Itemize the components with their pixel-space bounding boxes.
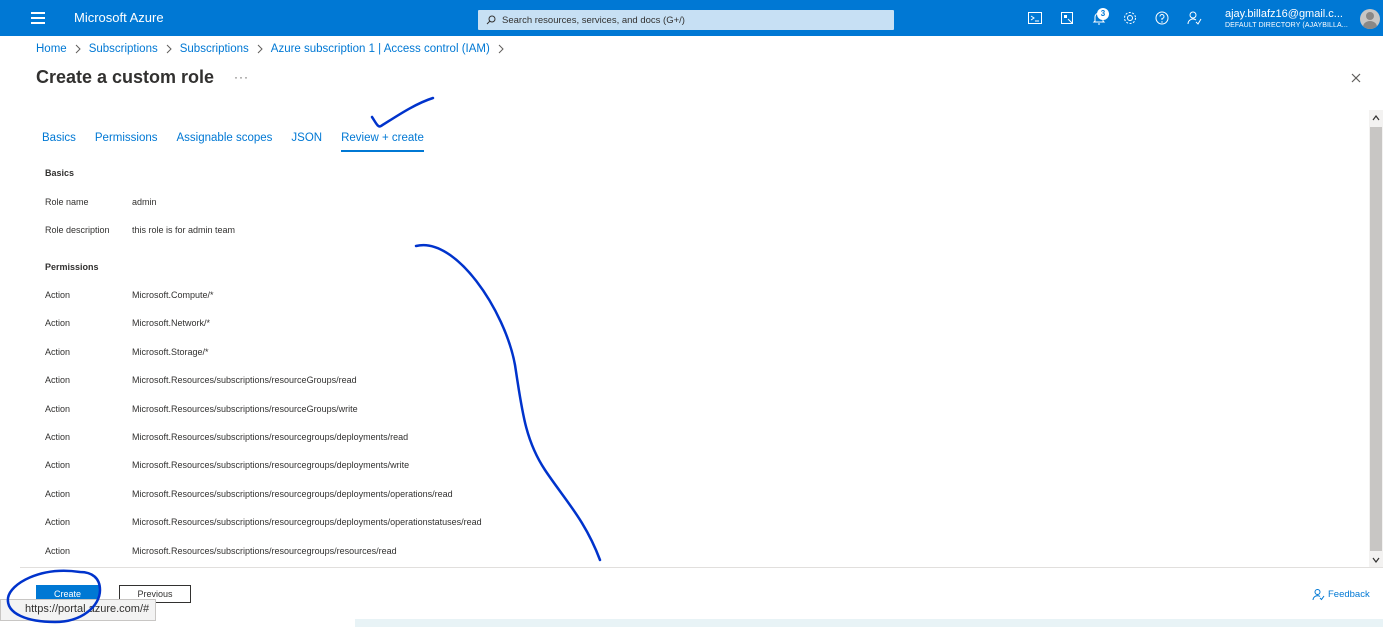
permission-value: Microsoft.Resources/subscriptions/resour… [132, 546, 397, 556]
role-description-value: this role is for admin team [132, 225, 236, 235]
permission-type: Action [45, 489, 71, 499]
feedback-person-icon[interactable] [1186, 10, 1202, 26]
chevron-right-icon [498, 44, 504, 54]
permission-value: Microsoft.Storage/* [132, 347, 209, 357]
account-menu[interactable]: ajay.billafz16@gmail.c... DEFAULT DIRECT… [1225, 8, 1348, 31]
feedback-label: Feedback [1328, 589, 1370, 600]
permission-type: Action [45, 318, 71, 328]
feedback-person-icon [1312, 589, 1325, 601]
permission-value: Microsoft.Compute/* [132, 290, 214, 300]
directory-filter-icon[interactable] [1059, 10, 1075, 26]
gear-icon[interactable] [1122, 10, 1138, 26]
scroll-down-icon[interactable] [1371, 555, 1381, 565]
close-icon[interactable] [1349, 71, 1363, 85]
curved-arrow-stroke [414, 243, 602, 562]
feedback-link[interactable]: Feedback [1312, 588, 1370, 601]
permission-type: Action [45, 347, 71, 357]
search-icon [486, 15, 496, 25]
tab-permissions[interactable]: Permissions [95, 132, 158, 152]
more-options-button[interactable]: ··· [234, 70, 249, 84]
permission-value: Microsoft.Resources/subscriptions/resour… [132, 517, 482, 527]
chevron-right-icon [166, 44, 172, 54]
basics-heading: Basics [45, 168, 75, 178]
permission-type: Action [45, 432, 71, 442]
chevron-right-icon [75, 44, 81, 54]
tab-json[interactable]: JSON [291, 132, 322, 152]
permission-value: Microsoft.Network/* [132, 318, 211, 328]
search-placeholder: Search resources, services, and docs (G+… [502, 14, 685, 26]
role-name-label: Role name [45, 197, 89, 207]
tab-review-create[interactable]: Review + create [341, 132, 424, 152]
tab-bar: Basics Permissions Assignable scopes JSO… [42, 132, 443, 152]
permission-type: Action [45, 517, 71, 527]
breadcrumb-access-control[interactable]: Azure subscription 1 | Access control (I… [271, 43, 490, 55]
help-icon[interactable] [1154, 10, 1170, 26]
checkmark-stroke [370, 96, 435, 128]
account-directory: DEFAULT DIRECTORY (AJAYBILLA... [1225, 22, 1348, 29]
breadcrumb: Home Subscriptions Subscriptions Azure s… [36, 43, 512, 55]
menu-icon[interactable] [30, 10, 46, 26]
breadcrumb-subscriptions-2[interactable]: Subscriptions [180, 43, 249, 55]
avatar[interactable] [1360, 9, 1380, 29]
breadcrumb-subscriptions[interactable]: Subscriptions [89, 43, 158, 55]
status-bar [355, 619, 1383, 627]
search-input[interactable]: Search resources, services, and docs (G+… [478, 10, 894, 30]
permission-type: Action [45, 404, 71, 414]
permission-value: Microsoft.Resources/subscriptions/resour… [132, 489, 453, 499]
chevron-right-icon [257, 44, 263, 54]
permissions-heading: Permissions [45, 262, 99, 272]
notification-badge: 3 [1097, 8, 1109, 20]
top-bar: Microsoft Azure Search resources, servic… [0, 0, 1383, 36]
permission-value: Microsoft.Resources/subscriptions/resour… [132, 375, 357, 385]
page-title: Create a custom role [36, 67, 215, 87]
account-email: ajay.billafz16@gmail.c... [1225, 8, 1343, 20]
permission-type: Action [45, 290, 71, 300]
scroll-up-icon[interactable] [1371, 113, 1381, 123]
permission-value: Microsoft.Resources/subscriptions/resour… [132, 432, 409, 442]
role-name-value: admin [132, 197, 157, 207]
brand-title[interactable]: Microsoft Azure [74, 10, 164, 25]
permission-value: Microsoft.Resources/subscriptions/resour… [132, 460, 410, 470]
role-description-label: Role description [45, 225, 110, 235]
tab-assignable-scopes[interactable]: Assignable scopes [177, 132, 273, 152]
tab-basics[interactable]: Basics [42, 132, 76, 152]
handwritten-annotation [6, 96, 602, 624]
status-url-tooltip: https://portal.azure.com/# [0, 599, 157, 621]
footer-divider [20, 567, 1383, 568]
permission-type: Action [45, 546, 71, 556]
cloud-shell-icon[interactable] [1027, 10, 1043, 26]
permission-type: Action [45, 460, 71, 470]
permission-type: Action [45, 375, 71, 385]
scrollbar-thumb[interactable] [1370, 127, 1382, 551]
permission-value: Microsoft.Resources/subscriptions/resour… [132, 404, 358, 414]
breadcrumb-home[interactable]: Home [36, 43, 67, 55]
